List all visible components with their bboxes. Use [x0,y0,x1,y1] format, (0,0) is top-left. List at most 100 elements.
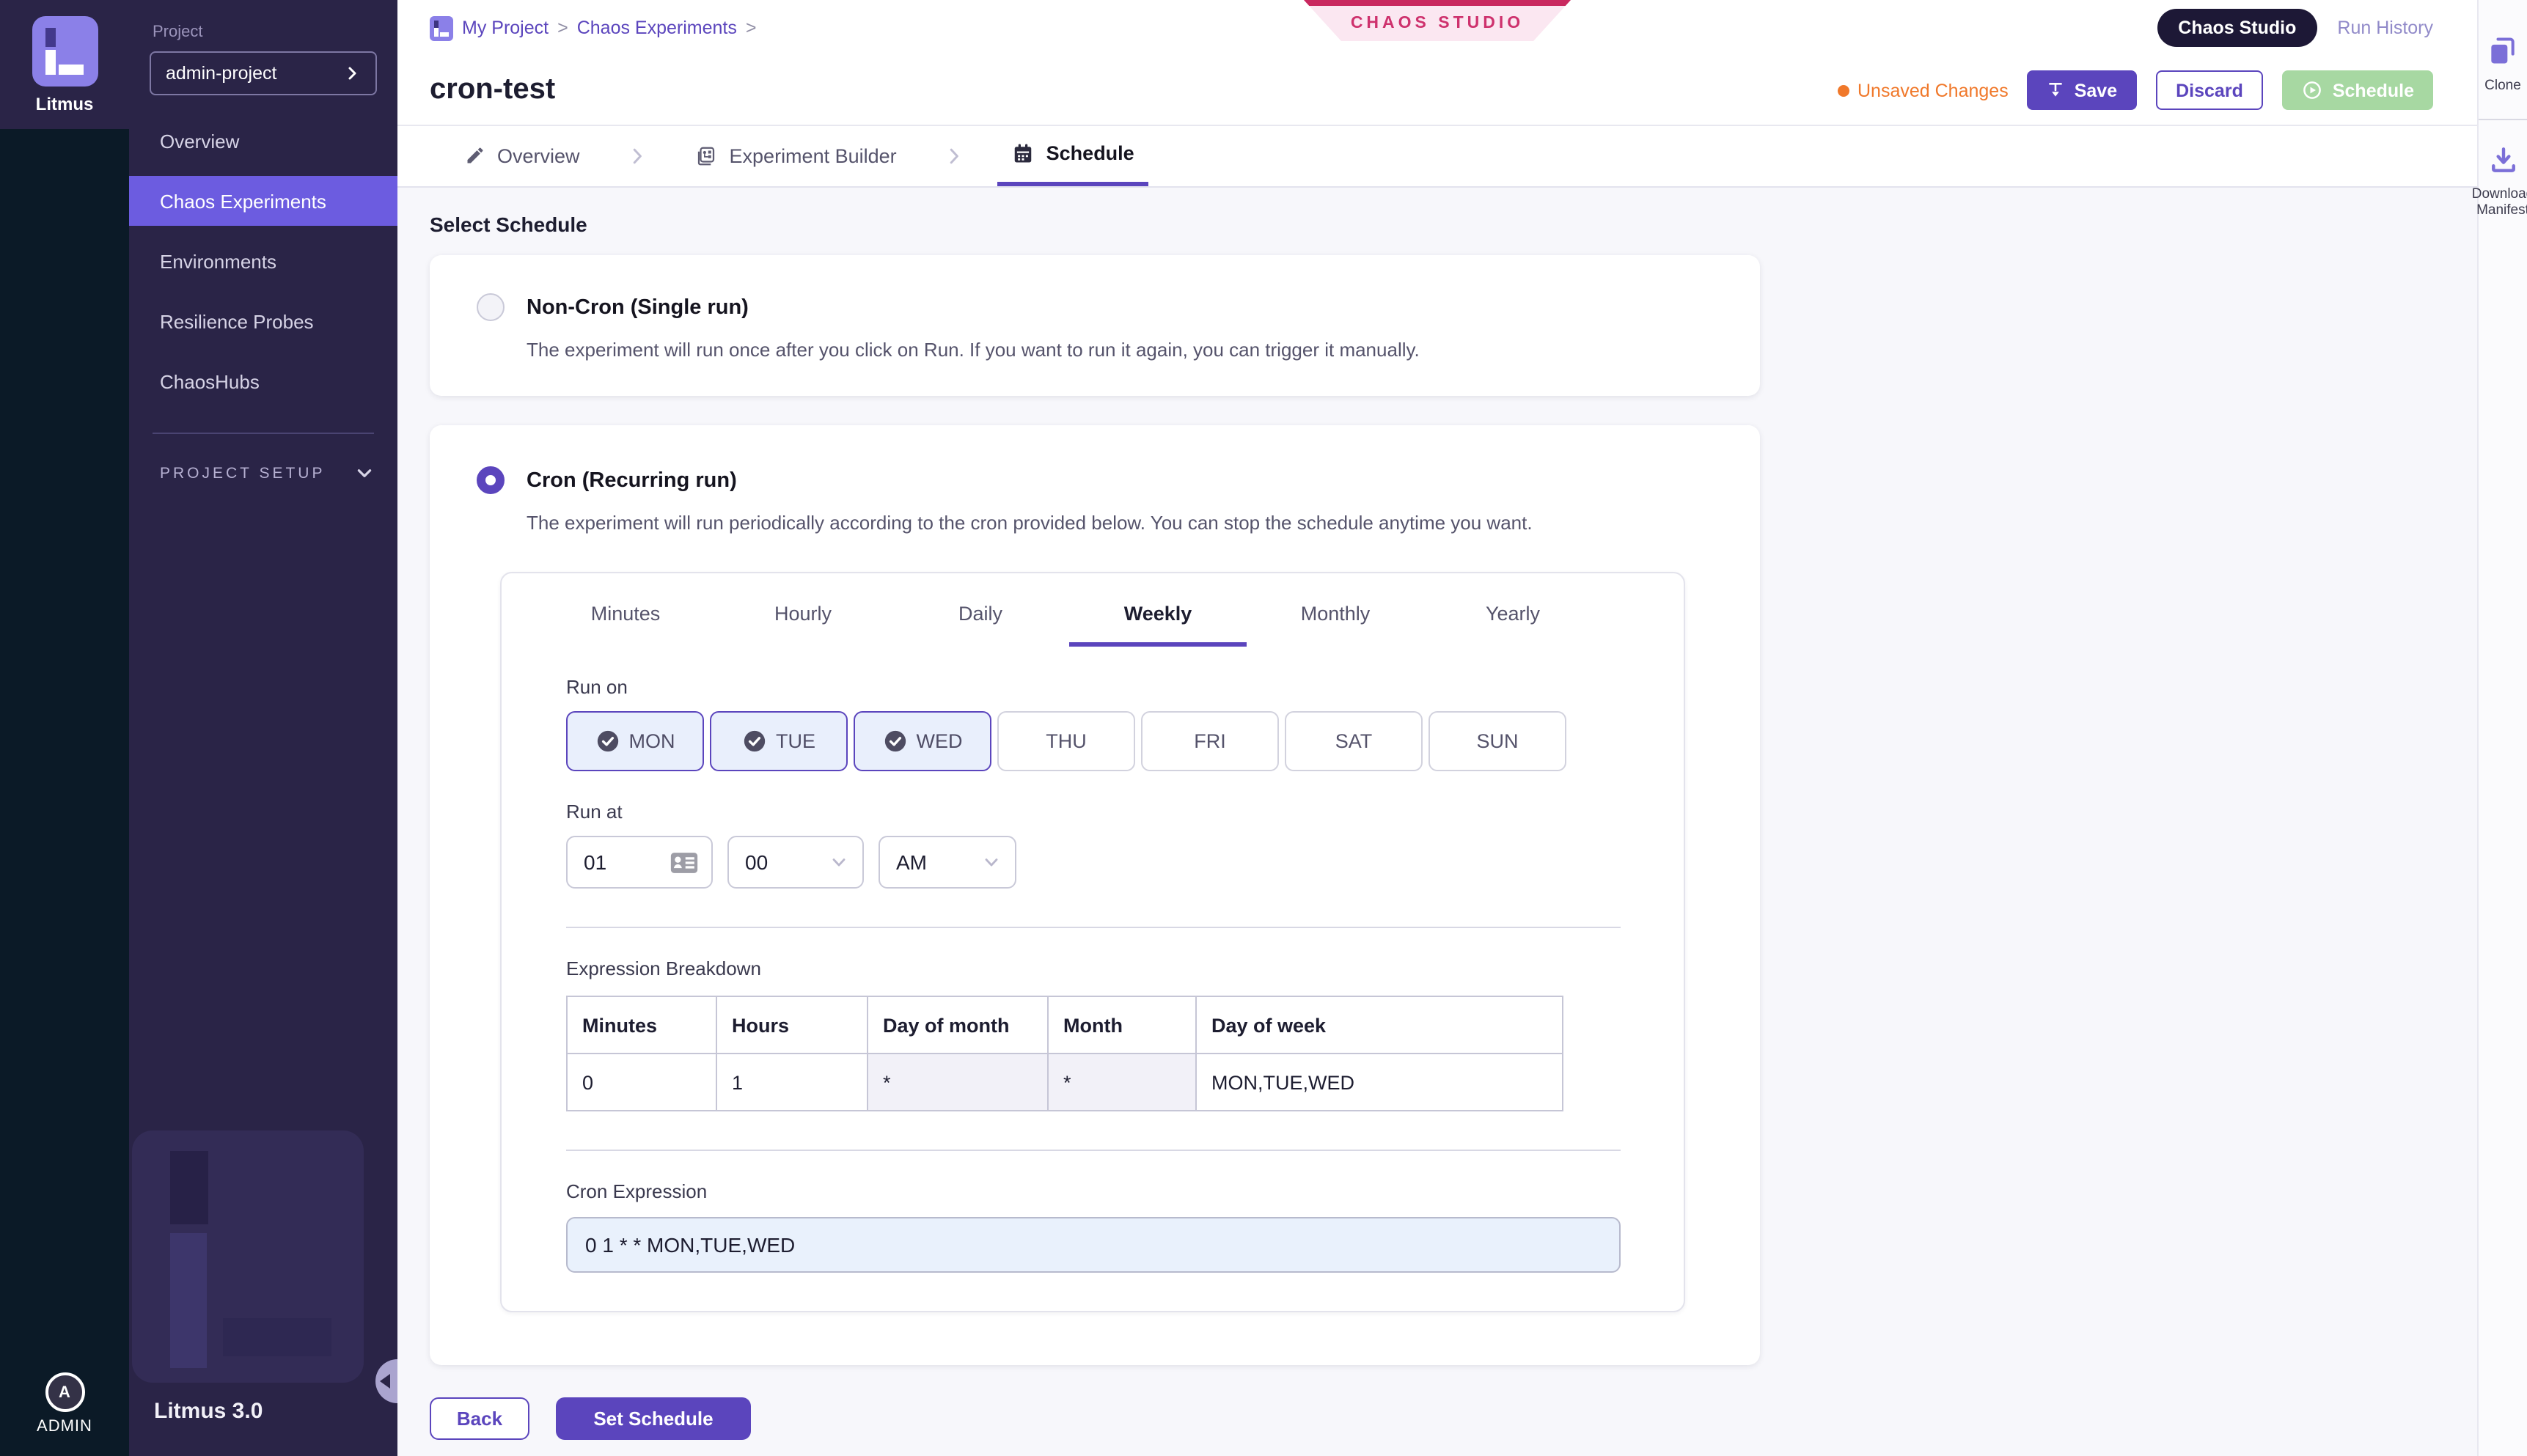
discard-button[interactable]: Discard [2155,70,2264,110]
id-card-icon [670,851,698,873]
litmus-logo[interactable]: Litmus [0,0,129,129]
schedule-label: Schedule [2333,80,2414,100]
project-selector-value: admin-project [166,63,276,84]
non-cron-description: The experiment will run once after you c… [527,339,1725,361]
expression-breakdown-table: Minutes Hours Day of month Month Day of … [566,996,1563,1111]
th-minutes: Minutes [567,996,716,1054]
litmus-logo-icon [32,15,98,86]
chevron-down-icon [355,463,374,482]
chevron-down-icon [981,852,1002,872]
day-label: MON [629,730,675,752]
cron-expression-label: Cron Expression [566,1180,1684,1202]
cron-builder-panel: Minutes Hourly Daily Weekly Monthly Year… [500,572,1685,1312]
pencil-icon [465,145,485,166]
play-circle-icon [2302,79,2324,101]
day-label: SUN [1476,730,1518,752]
hour-input[interactable]: 01 [566,836,713,889]
avatar[interactable]: A [45,1372,84,1412]
panel-divider [566,1150,1621,1151]
minute-select[interactable]: 00 [727,836,864,889]
project-setup-label: PROJECT SETUP [160,464,326,482]
chaos-studio-banner: CHAOS STUDIO [1304,0,1571,41]
calendar-icon [1013,142,1035,164]
th-hours: Hours [716,996,868,1054]
th-day-of-week: Day of week [1196,996,1563,1054]
step-separator [944,125,966,186]
save-label: Save [2075,80,2117,100]
breadcrumb-chaos-experiments[interactable]: Chaos Experiments [577,18,737,38]
non-cron-option-card[interactable]: Non-Cron (Single run) The experiment wil… [430,255,1760,396]
view-toggle: Chaos Studio Run History [2157,9,2433,47]
day-button-sat[interactable]: SAT [1285,711,1423,771]
chevron-down-icon [829,852,849,872]
day-button-sun[interactable]: SUN [1428,711,1566,771]
day-label: FRI [1194,730,1226,752]
cron-tab-daily[interactable]: Daily [892,573,1069,647]
project-selector[interactable]: admin-project [150,51,377,95]
sidebar: Project admin-project Overview Chaos Exp… [129,0,397,1456]
tab-overview-label: Overview [497,144,580,166]
page-title: cron-test [430,73,555,107]
day-button-fri[interactable]: FRI [1141,711,1279,771]
table-header-row: Minutes Hours Day of month Month Day of … [567,996,1563,1054]
breadcrumb-bar: My Project > Chaos Experiments > CHAOS S… [397,0,2477,56]
cron-option-card: Cron (Recurring run) The experiment will… [430,425,1760,1365]
panel-divider [566,927,1621,928]
clone-button[interactable]: Clone [2484,35,2521,95]
chaos-studio-toggle[interactable]: Chaos Studio [2157,9,2317,47]
discard-label: Discard [2176,80,2243,100]
th-month: Month [1048,996,1196,1054]
set-schedule-button[interactable]: Set Schedule [556,1397,751,1440]
sidebar-item-overview[interactable]: Overview [129,116,397,166]
admin-label: ADMIN [37,1418,92,1435]
cron-description: The experiment will run periodically acc… [527,512,1725,534]
download-label-line1: Download [2472,188,2527,204]
tab-schedule[interactable]: Schedule [998,125,1149,186]
cron-tab-hourly[interactable]: Hourly [714,573,892,647]
sidebar-collapse-handle[interactable] [375,1359,397,1403]
check-circle-icon [742,729,767,754]
cron-tab-monthly[interactable]: Monthly [1247,573,1424,647]
tab-overview[interactable]: Overview [450,125,595,186]
day-label: THU [1046,730,1087,752]
right-rail: Clone Download Manifest [2477,0,2527,1456]
project-setup-toggle[interactable]: PROJECT SETUP [160,463,374,482]
cron-expression-input[interactable]: 0 1 * * MON,TUE,WED [566,1217,1621,1273]
run-history-toggle[interactable]: Run History [2337,18,2433,38]
litmus-watermark [132,1130,364,1383]
tab-experiment-builder[interactable]: Experiment Builder [681,125,912,186]
clone-label: Clone [2484,79,2521,95]
td-day-of-week: MON,TUE,WED [1196,1054,1563,1111]
expression-breakdown-label: Expression Breakdown [566,957,1684,979]
cron-tab-minutes[interactable]: Minutes [537,573,714,647]
sidebar-item-chaoshubs[interactable]: ChaosHubs [129,356,397,406]
cron-tab-weekly[interactable]: Weekly [1069,573,1247,647]
breadcrumb-separator: > [746,18,757,38]
unsaved-label: Unsaved Changes [1857,80,2009,100]
day-button-mon[interactable]: MON [566,711,704,771]
download-manifest-button[interactable]: Download Manifest [2472,144,2527,220]
sidebar-item-environments[interactable]: Environments [129,236,397,286]
check-circle-icon [883,729,908,754]
td-day-of-month: * [868,1054,1048,1111]
day-selector: MON TUE WED THU FRI SAT SUN [566,711,1684,771]
save-button[interactable]: Save [2028,70,2136,110]
unsaved-dot-icon [1837,84,1849,96]
breadcrumb-my-project[interactable]: My Project [462,18,549,38]
day-button-tue[interactable]: TUE [710,711,848,771]
day-button-thu[interactable]: THU [997,711,1135,771]
sidebar-item-resilience-probes[interactable]: Resilience Probes [129,296,397,346]
sidebar-divider [153,433,374,434]
meridiem-select[interactable]: AM [879,836,1016,889]
cron-radio[interactable] [477,466,505,494]
sidebar-item-chaos-experiments[interactable]: Chaos Experiments [129,176,397,226]
schedule-button-disabled[interactable]: Schedule [2283,70,2433,110]
day-button-wed[interactable]: WED [854,711,991,771]
cron-tab-yearly[interactable]: Yearly [1424,573,1602,647]
back-button[interactable]: Back [430,1397,529,1440]
check-circle-icon [595,729,620,754]
sidebar-nav: Overview Chaos Experiments Environments … [129,116,397,406]
tab-schedule-label: Schedule [1046,142,1134,164]
non-cron-radio[interactable] [477,293,505,321]
litmus-logo-text: Litmus [36,93,94,114]
